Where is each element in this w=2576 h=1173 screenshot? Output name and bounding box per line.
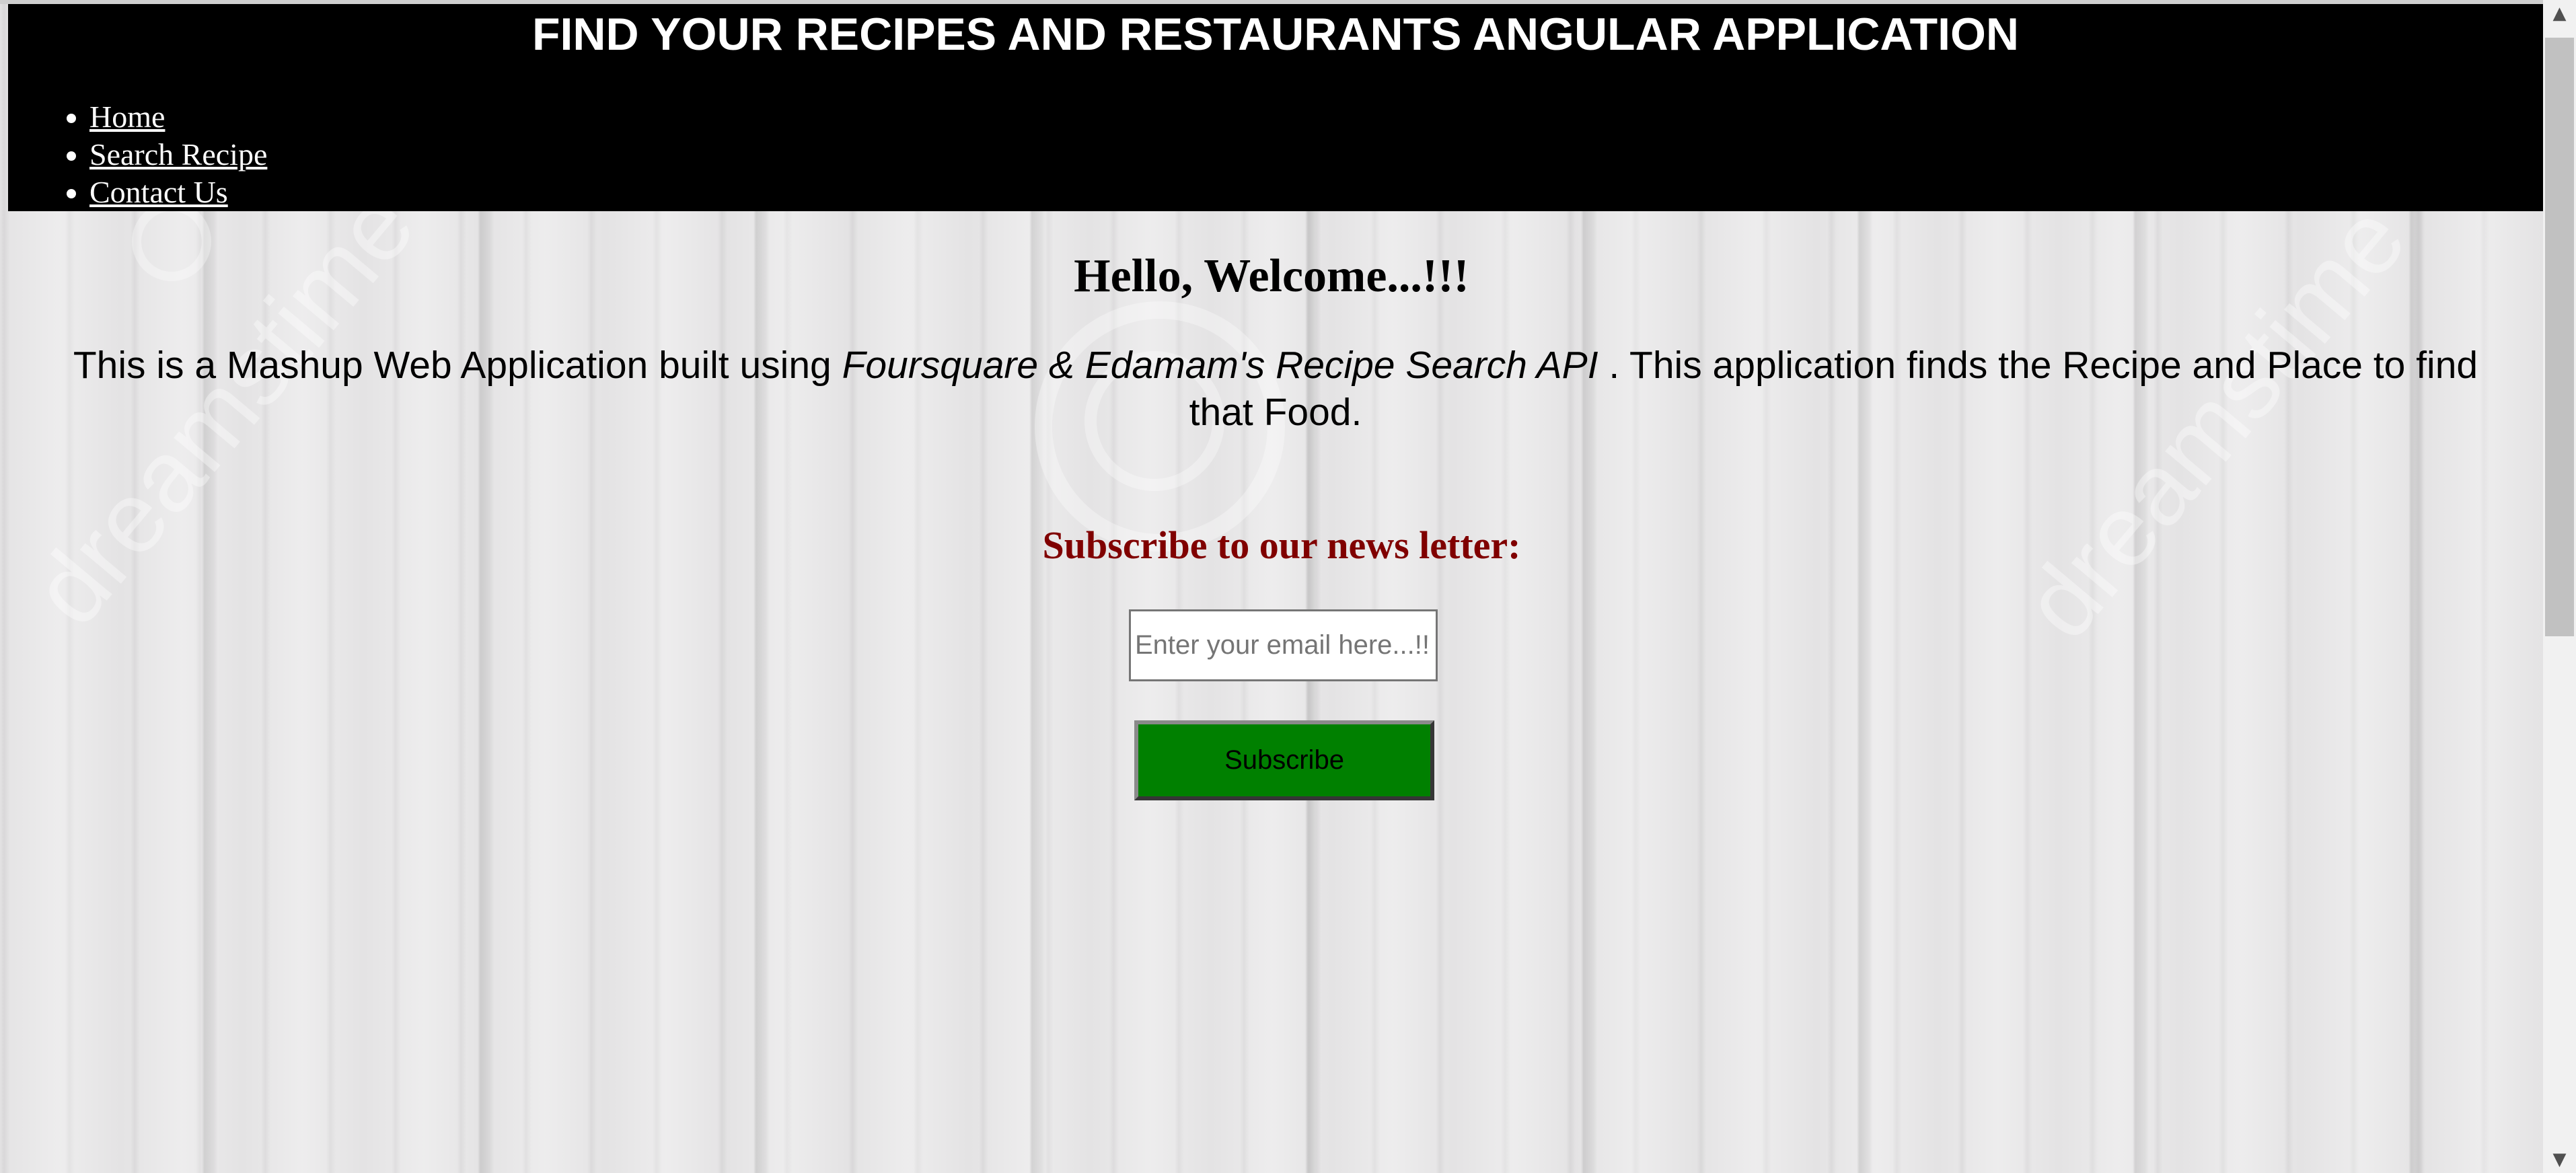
- nav-item-contact-us: Contact Us: [89, 174, 267, 211]
- nav-item-search-recipe: Search Recipe: [89, 136, 267, 174]
- nav-menu: Home Search Recipe Contact Us: [8, 98, 267, 211]
- scrollbar-thumb[interactable]: [2545, 38, 2574, 636]
- site-header: FIND YOUR RECIPES AND RESTAURANTS ANGULA…: [8, 4, 2543, 211]
- app-title: FIND YOUR RECIPES AND RESTAURANTS ANGULA…: [531, 9, 2020, 60]
- intro-text: This is a Mashup Web Application built u…: [73, 344, 842, 387]
- scroll-up-arrow-icon[interactable]: ▲: [2545, 0, 2574, 27]
- email-field[interactable]: [1129, 609, 1438, 681]
- nav-link-contact-us[interactable]: Contact Us: [89, 175, 228, 209]
- intro-text-line2: that Food.: [1189, 391, 1362, 434]
- subscribe-heading: Subscribe to our news letter:: [1042, 523, 1521, 567]
- nav-link-search-recipe[interactable]: Search Recipe: [89, 137, 267, 172]
- welcome-heading: Hello, Welcome...!!!: [1074, 250, 1469, 302]
- api-names: Foursquare & Edamam's Recipe Search API: [842, 344, 1598, 387]
- scroll-down-arrow-icon[interactable]: ▼: [2545, 1146, 2574, 1173]
- subscribe-button[interactable]: Subscribe: [1134, 720, 1434, 800]
- nav-link-home[interactable]: Home: [89, 100, 165, 134]
- intro-text-end: . This application finds the Recipe and …: [1598, 344, 2478, 387]
- nav-item-home: Home: [89, 98, 267, 136]
- intro-paragraph: This is a Mashup Web Application built u…: [8, 342, 2543, 436]
